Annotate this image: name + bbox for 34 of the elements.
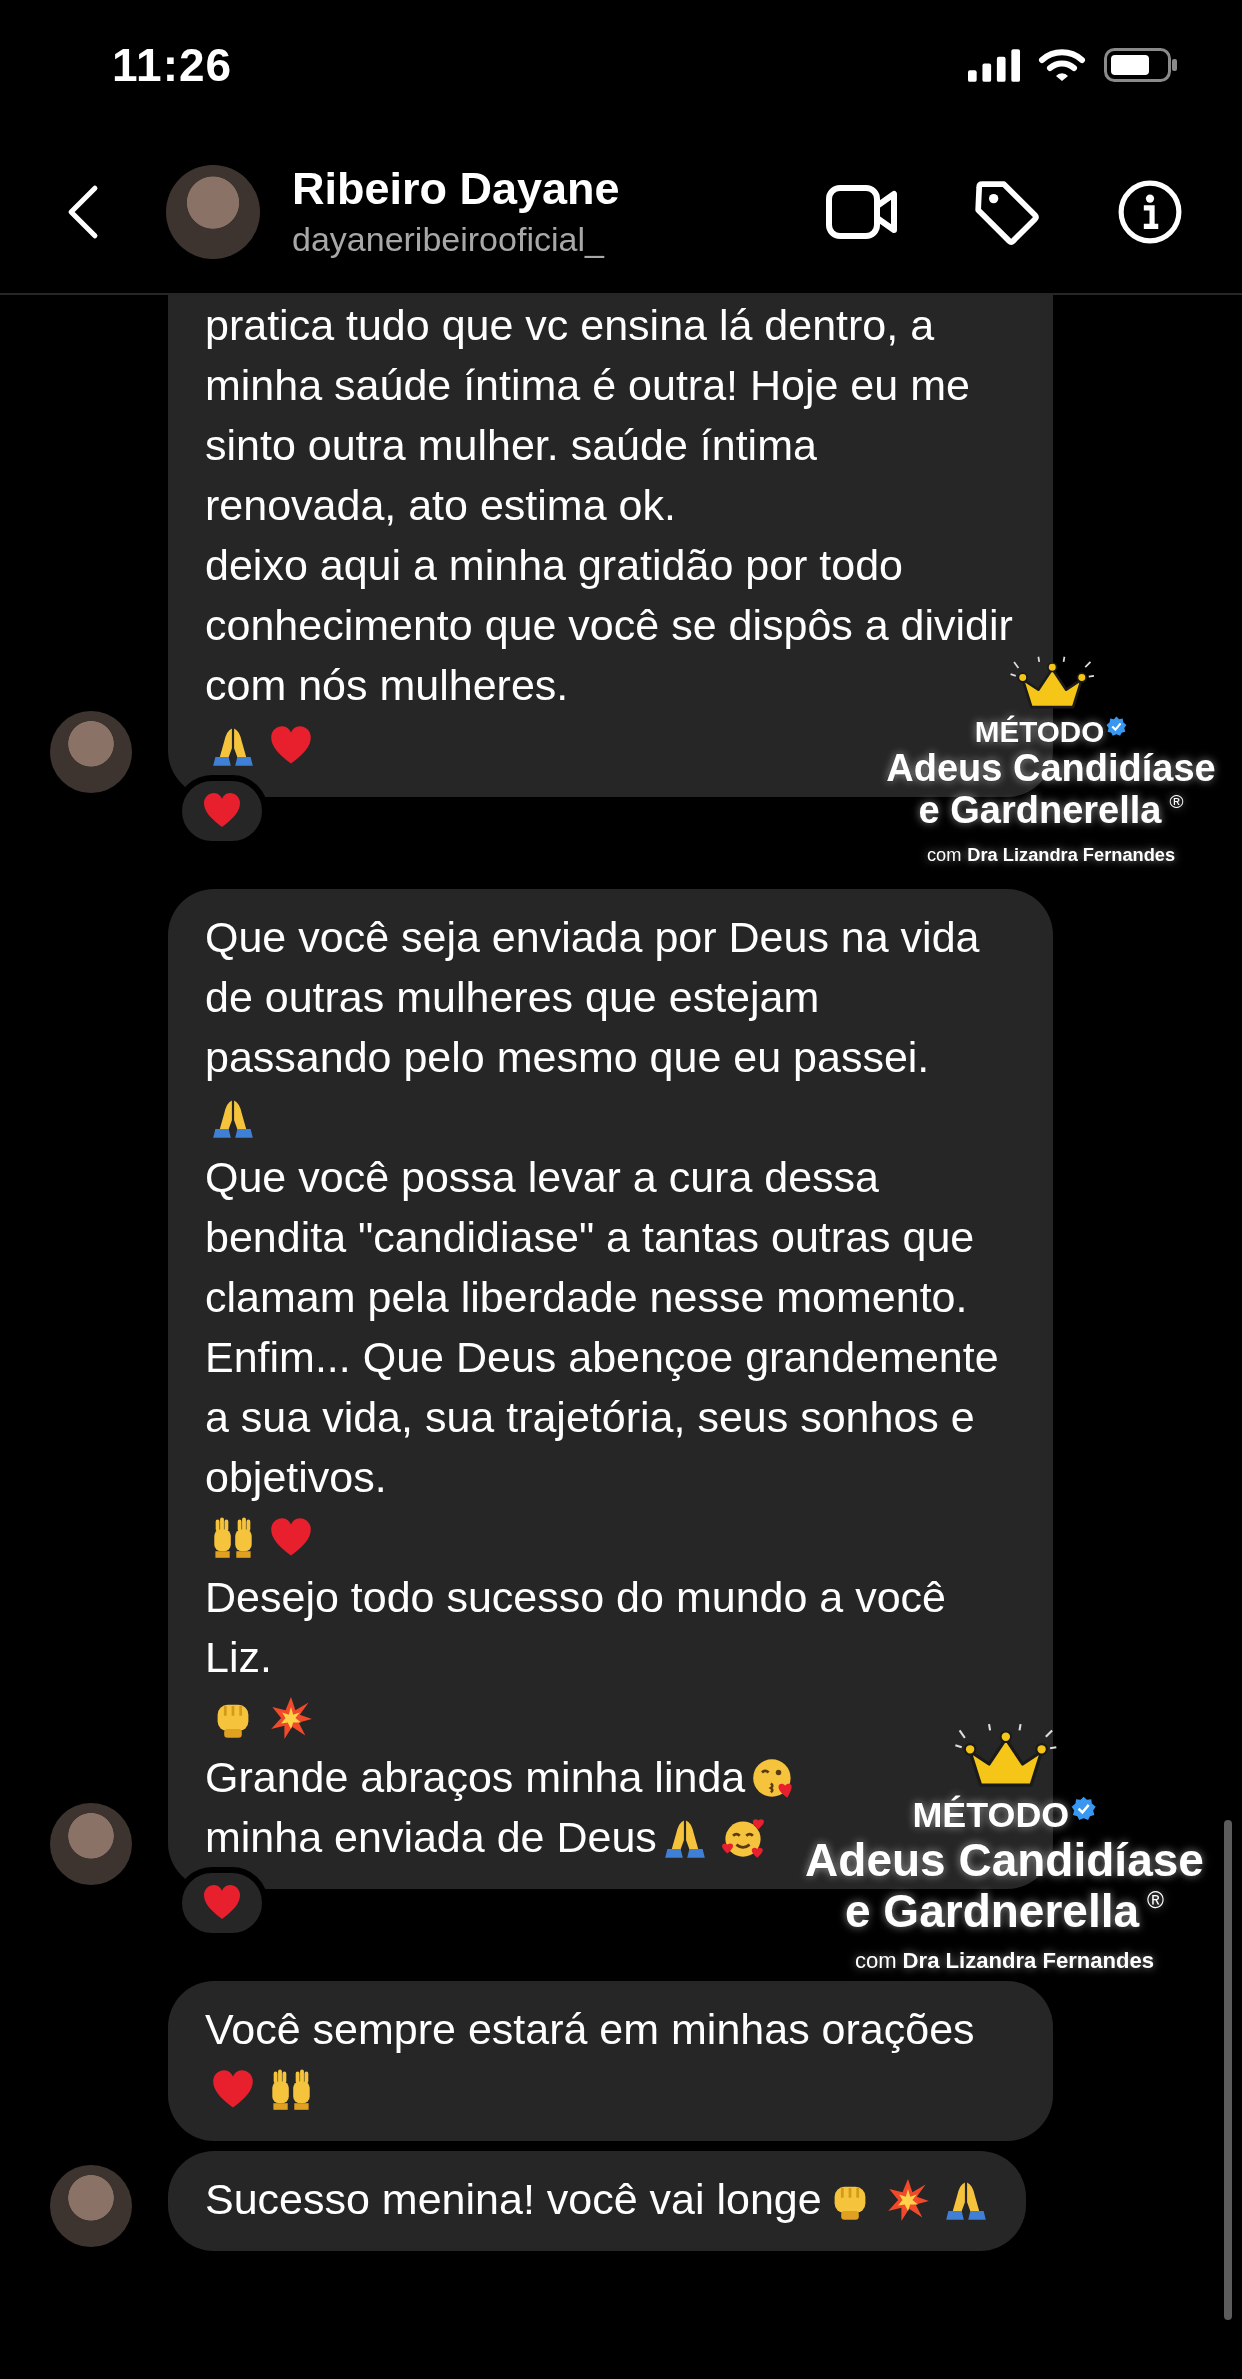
message-text: Grande abraços minha linda xyxy=(205,1752,746,1803)
registered-mark: ® xyxy=(1169,790,1184,815)
brand-title: e Gardnerella xyxy=(918,790,1162,832)
byline-name: Dra Lizandra Fernandes xyxy=(967,844,1176,866)
registered-mark: ® xyxy=(1147,1885,1164,1915)
contact-username: dayaneribeirooficial_ xyxy=(292,218,606,260)
message-text: pratica tudo que vc ensina lá dentro, a minha saúde íntima é outra! Hoje eu me sinto outra mulher. saúde íntima renovada, ato estima ok. xyxy=(205,300,971,531)
brand-title: Adeus Candidíase xyxy=(886,748,1216,791)
byline-name: Dra Lizandra Fernandes xyxy=(902,1948,1155,1975)
brand-label: MÉTODO xyxy=(974,715,1105,749)
battery-icon xyxy=(1104,48,1178,82)
brand-title: e Gardnerella xyxy=(845,1885,1140,1937)
signal-icon xyxy=(968,48,1020,82)
message-text: Desejo todo sucesso do mundo a você Liz. xyxy=(205,1572,947,1683)
burst-icon xyxy=(269,1696,313,1740)
raised-hands-icon xyxy=(211,1516,255,1560)
message-bubble[interactable]: Você sempre estará em minhas orações xyxy=(168,1981,1053,2141)
message-text: minha enviada de Deus xyxy=(205,1812,657,1863)
status-time: 11:26 xyxy=(112,38,233,92)
brand-label: MÉTODO xyxy=(912,1795,1070,1836)
byline-prefix: com xyxy=(854,1948,897,1975)
wifi-icon xyxy=(1038,48,1086,82)
message-bubble[interactable]: Sucesso menina! você vai longe xyxy=(168,2151,1026,2251)
message-text: Enfim... Que Deus abençoe grandemente a sua vida, sua trajetória, seus sonhos e objetivos. xyxy=(205,1332,1000,1503)
message-text: Sucesso menina! você vai longe xyxy=(205,2174,822,2225)
raised-hands-icon xyxy=(269,2068,313,2112)
contact-name[interactable]: Ribeiro Dayane xyxy=(292,161,826,216)
message-text: deixo aqui a minha gratidão por todo conhecimento que você se dispôs a dividir com nós mulheres. xyxy=(205,540,1014,711)
message-text: Que você possa levar a cura dessa bendita "candidiase" a tantas outras que clamam pela liberdade nesse momento. xyxy=(205,1152,976,1323)
message-text: Você sempre estará em minhas orações xyxy=(205,2004,975,2055)
smiling-face-hearts-icon xyxy=(720,1816,765,1860)
message-text: Que você seja enviada por Deus na vida de outras mulheres que estejam passando pelo mesmo que eu passei. xyxy=(205,912,981,1083)
byline-prefix: com xyxy=(926,844,962,866)
brand-title: Adeus Candidíase xyxy=(805,1835,1204,1886)
